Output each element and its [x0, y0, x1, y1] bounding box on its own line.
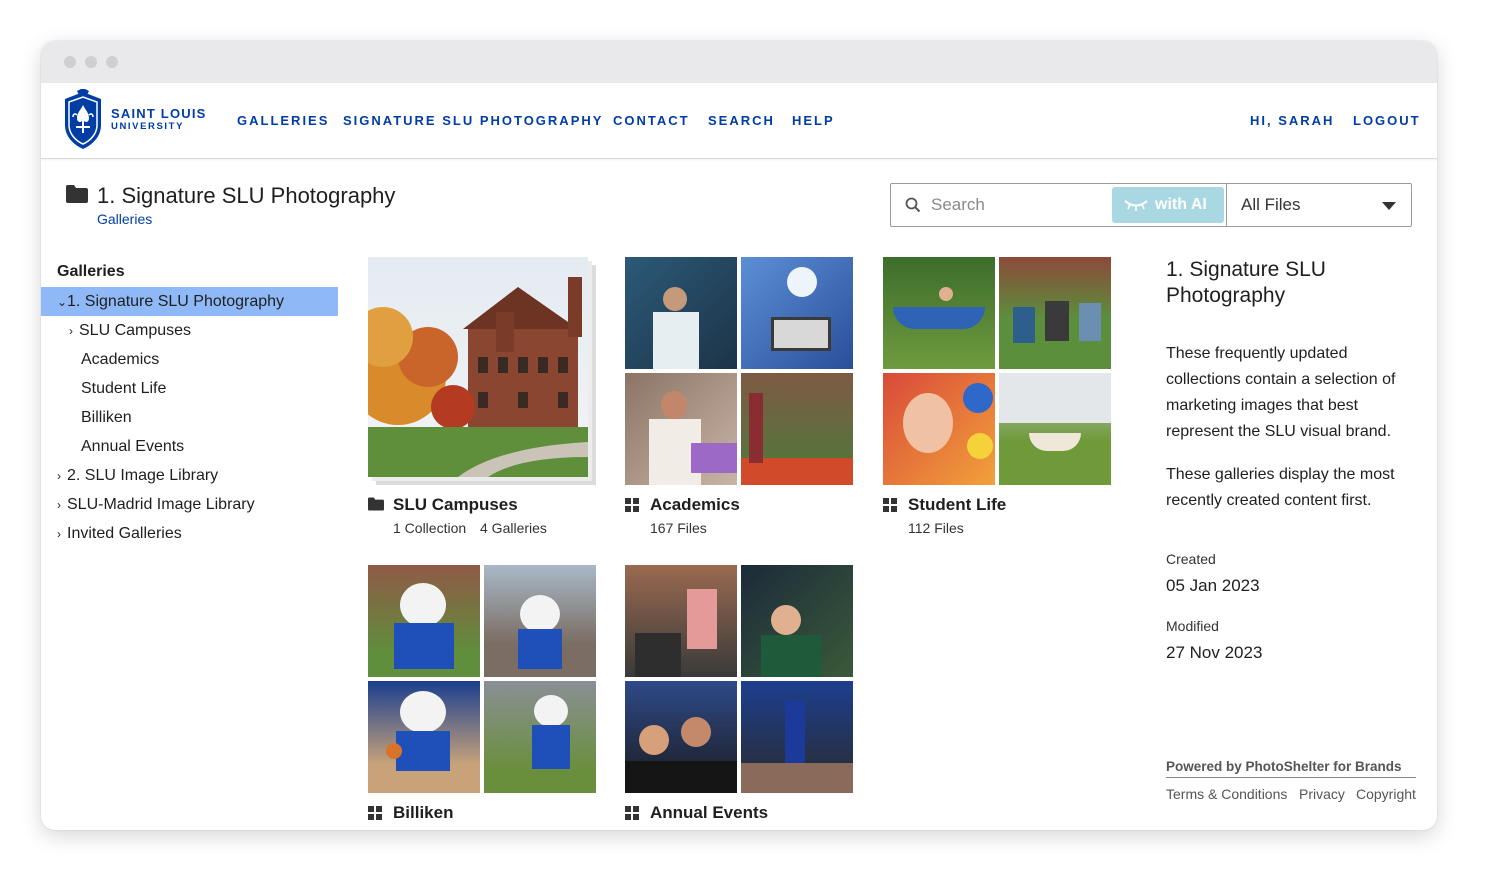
collection-cover[interactable]: [368, 257, 596, 485]
tile-title[interactable]: SLU Campuses: [393, 495, 518, 515]
logo-wordmark: SAINT LOUIS UNIVERSITY: [111, 107, 207, 133]
window-minimize-dot[interactable]: [85, 56, 97, 68]
search-icon: [905, 197, 921, 213]
sidebar-title: Galleries: [57, 263, 125, 280]
thumbnail: [625, 681, 737, 793]
chevron-right-icon[interactable]: ›: [57, 520, 67, 549]
breadcrumb-galleries[interactable]: Galleries: [97, 211, 152, 227]
gallery-grid-icon: [625, 498, 639, 512]
sidebar-item-academics[interactable]: Academics: [81, 345, 159, 374]
sidebar-item-slu-image-library[interactable]: › 2. SLU Image Library: [57, 461, 218, 490]
chevron-right-icon[interactable]: ›: [69, 317, 79, 346]
thumbnail: [368, 565, 480, 677]
nav-contact[interactable]: CONTACT: [613, 113, 690, 128]
file-filter-select[interactable]: All Files: [1226, 184, 1412, 226]
thumbnail: [368, 681, 480, 793]
gallery-grid-icon: [883, 498, 897, 512]
tile-file-count: 167 Files: [650, 520, 707, 536]
sidebar-item-invited-galleries[interactable]: › Invited Galleries: [57, 519, 182, 548]
gallery-grid-icon: [368, 806, 382, 820]
chevron-down-icon: [1382, 202, 1396, 210]
gallery-thumbnails[interactable]: [883, 257, 1111, 485]
site-header: SAINT LOUIS UNIVERSITY GALLERIES SIGNATU…: [41, 83, 1437, 159]
sidebar-item-signature-photography[interactable]: ⌄1. Signature SLU Photography: [41, 287, 338, 316]
tile-gallery-count: 4 Galleries: [480, 520, 547, 536]
sidebar-item-billiken[interactable]: Billiken: [81, 403, 132, 432]
thumbnail: [741, 257, 853, 369]
search-input[interactable]: [931, 194, 1106, 216]
chevron-right-icon[interactable]: ›: [57, 491, 67, 520]
thumbnail: [883, 373, 995, 485]
thumbnail: [741, 373, 853, 485]
terms-link[interactable]: Terms & Conditions: [1166, 786, 1287, 802]
ai-button-label: with AI: [1155, 196, 1207, 213]
tile-collection-count: 1 Collection: [393, 520, 467, 536]
sidebar-item-label: 2. SLU Image Library: [67, 467, 219, 484]
nav-search[interactable]: SEARCH: [708, 113, 775, 128]
folder-icon: [66, 185, 88, 203]
gallery-thumbnails[interactable]: [625, 257, 853, 485]
window-maximize-dot[interactable]: [106, 56, 118, 68]
gallery-thumbnails[interactable]: [368, 565, 596, 793]
thumbnail: [625, 565, 737, 677]
tile-title[interactable]: Academics: [650, 495, 740, 515]
created-value: 05 Jan 2023: [1166, 576, 1260, 595]
search-with-ai-button[interactable]: with AI: [1112, 187, 1224, 223]
window-close-dot[interactable]: [64, 56, 76, 68]
ai-sparkle-icon: [1124, 200, 1148, 211]
nav-logout[interactable]: LOGOUT: [1353, 113, 1421, 128]
tile-title[interactable]: Student Life: [908, 495, 1006, 515]
tile-title[interactable]: Annual Events: [650, 803, 768, 823]
nav-galleries[interactable]: GALLERIES: [237, 113, 329, 128]
sidebar-item-label: SLU-Madrid Image Library: [67, 496, 255, 513]
thumbnail: [741, 565, 853, 677]
sidebar-item-slu-madrid-library[interactable]: › SLU-Madrid Image Library: [57, 490, 255, 519]
tile-file-count: 112 Files: [908, 520, 964, 536]
sidebar-item-label: SLU Campuses: [79, 322, 192, 339]
thumbnail: [484, 681, 596, 793]
thumbnail: [625, 257, 737, 369]
modified-value: 27 Nov 2023: [1166, 643, 1263, 662]
thumbnail: [999, 257, 1111, 369]
chevron-right-icon[interactable]: ›: [57, 462, 67, 491]
nav-user-greeting[interactable]: HI, SARAH: [1250, 113, 1334, 128]
sidebar-item-student-life[interactable]: Student Life: [81, 374, 166, 403]
privacy-link[interactable]: Privacy: [1299, 786, 1345, 802]
logo-line-1: SAINT LOUIS: [111, 106, 207, 121]
sidebar-item-label: 1. Signature SLU Photography: [67, 293, 285, 310]
nav-help[interactable]: HELP: [792, 113, 835, 128]
window-titlebar: [41, 41, 1437, 83]
browser-window: SAINT LOUIS UNIVERSITY GALLERIES SIGNATU…: [41, 41, 1437, 830]
info-title: 1. Signature SLU Photography: [1166, 258, 1326, 307]
logo-line-2: UNIVERSITY: [111, 121, 185, 132]
created-label: Created: [1166, 551, 1216, 567]
thumbnail: [883, 257, 995, 369]
thumbnail: [741, 681, 853, 793]
nav-signature-photography[interactable]: SIGNATURE SLU PHOTOGRAPHY: [343, 113, 603, 128]
copyright-link[interactable]: Copyright: [1356, 786, 1416, 802]
chevron-down-icon[interactable]: ⌄: [57, 288, 67, 317]
info-description-2: These galleries display the most recentl…: [1166, 466, 1395, 509]
file-filter-value: All Files: [1241, 195, 1301, 214]
thumbnail: [484, 565, 596, 677]
thumbnail: [625, 373, 737, 485]
modified-label: Modified: [1166, 618, 1219, 634]
slu-logo[interactable]: SAINT LOUIS UNIVERSITY: [61, 89, 211, 153]
info-description-1: These frequently updated collections con…: [1166, 345, 1396, 440]
slu-shield-icon: [65, 89, 101, 149]
page-title: 1. Signature SLU Photography: [97, 183, 396, 208]
sidebar-item-annual-events[interactable]: Annual Events: [81, 432, 184, 461]
gallery-grid-icon: [625, 806, 639, 820]
sidebar-item-slu-campuses[interactable]: › SLU Campuses: [69, 316, 191, 345]
gallery-thumbnails[interactable]: [625, 565, 853, 793]
campus-building-photo: [368, 257, 588, 477]
tile-title[interactable]: Billiken: [393, 803, 453, 823]
folder-icon: [368, 497, 384, 511]
powered-by-link[interactable]: Powered by PhotoShelter for Brands: [1166, 759, 1416, 778]
thumbnail: [999, 373, 1111, 485]
sidebar-item-label: Invited Galleries: [67, 525, 182, 542]
search-bar: with AI All Files: [890, 183, 1412, 227]
